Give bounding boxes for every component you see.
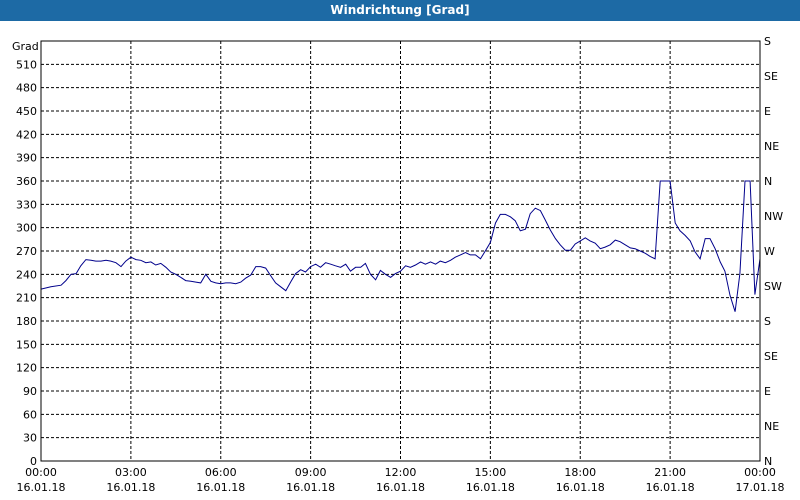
y-tick-label: 240 xyxy=(16,268,37,281)
x-tick-date: 16.01.18 xyxy=(17,481,66,494)
x-tick-time: 06:00 xyxy=(205,466,237,479)
x-tick-date: 16.01.18 xyxy=(556,481,605,494)
right-tick-label: NE xyxy=(764,140,779,153)
y-tick-label: 480 xyxy=(16,82,37,95)
right-tick-label: SE xyxy=(764,350,778,363)
y-tick-label: 300 xyxy=(16,222,37,235)
window-title: Windrichtung [Grad] xyxy=(0,0,800,21)
y-tick-label: 210 xyxy=(16,292,37,305)
y-tick-label: 60 xyxy=(23,408,37,421)
wind-direction-chart: 0306090120150180210240270300330360390420… xyxy=(12,35,785,494)
right-tick-label: SE xyxy=(764,70,778,83)
y-tick-label: 510 xyxy=(16,58,37,71)
x-tick-date: 16.01.18 xyxy=(376,481,425,494)
y-tick-label: 150 xyxy=(16,338,37,351)
x-tick-time: 00:00 xyxy=(744,466,776,479)
y-tick-label: 270 xyxy=(16,245,37,258)
x-axis-labels: 00:00 16.01.18 03:00 16.01.18 06:00 16.01.18 0… xyxy=(17,466,785,494)
x-tick-date: 16.01.18 xyxy=(196,481,245,494)
x-tick-time: 15:00 xyxy=(475,466,507,479)
x-tick-time: 00:00 xyxy=(25,466,57,479)
x-tick-date: 17.01.18 xyxy=(736,481,785,494)
right-tick-label: E xyxy=(764,105,771,118)
y-tick-label: 90 xyxy=(23,385,37,398)
y-axis-title: Grad xyxy=(12,40,39,53)
x-tick-time: 12:00 xyxy=(385,466,417,479)
x-tick-date: 16.01.18 xyxy=(646,481,695,494)
y-tick-label: 120 xyxy=(16,362,37,375)
right-axis-labels: NNEESESSWWNWNNEESES xyxy=(764,35,783,468)
y-tick-label: 180 xyxy=(16,315,37,328)
x-tick-time: 03:00 xyxy=(115,466,147,479)
y-tick-label: 450 xyxy=(16,105,37,118)
y-axis-labels: 0306090120150180210240270300330360390420… xyxy=(16,58,37,468)
right-tick-label: W xyxy=(764,245,775,258)
x-tick-date: 16.01.18 xyxy=(466,481,515,494)
right-tick-label: E xyxy=(764,385,771,398)
right-tick-label: NE xyxy=(764,420,779,433)
x-tick-time: 09:00 xyxy=(295,466,327,479)
y-tick-label: 360 xyxy=(16,175,37,188)
right-tick-label: SW xyxy=(764,280,782,293)
right-tick-label: NW xyxy=(764,210,783,223)
right-tick-label: S xyxy=(764,315,771,328)
grid xyxy=(41,41,760,461)
y-tick-label: 330 xyxy=(16,198,37,211)
right-tick-label: N xyxy=(764,175,772,188)
x-tick-time: 21:00 xyxy=(654,466,686,479)
y-tick-label: 30 xyxy=(23,432,37,445)
x-tick-date: 16.01.18 xyxy=(286,481,335,494)
right-tick-label: S xyxy=(764,35,771,48)
y-tick-label: 420 xyxy=(16,128,37,141)
x-tick-time: 18:00 xyxy=(564,466,596,479)
y-tick-label: 390 xyxy=(16,152,37,165)
x-tick-date: 16.01.18 xyxy=(106,481,155,494)
